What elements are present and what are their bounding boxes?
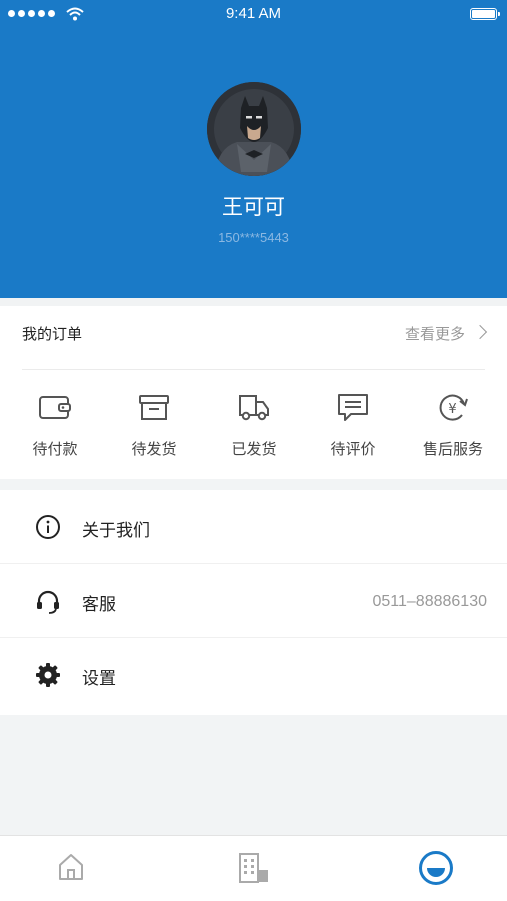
order-label: 已发货 [231, 440, 277, 458]
tab-bar [0, 835, 507, 901]
yuan-refresh-icon: ¥ [439, 394, 468, 421]
orders-title: 我的订单 [22, 325, 83, 343]
user-phone: 150****5443 [218, 230, 289, 245]
tab-home[interactable] [57, 852, 85, 886]
avatar[interactable] [207, 82, 301, 176]
profile-smile-icon [419, 851, 453, 885]
status-bar: 9:41 AM [0, 0, 507, 28]
building-icon [239, 853, 268, 883]
svg-text:¥: ¥ [448, 402, 456, 417]
menu-label: 客服 [82, 595, 116, 615]
settings-menu: 关于我们 客服 0511–88886130 设置 [0, 490, 507, 715]
service-phone-number[interactable]: 0511–88886130 [373, 593, 488, 611]
orders-header: 我的订单 查看更多 [22, 323, 488, 370]
order-after-sales[interactable]: ¥ 售后服务 [403, 392, 503, 459]
menu-settings[interactable]: 设置 [0, 637, 507, 711]
menu-about-us[interactable]: 关于我们 [0, 490, 507, 563]
view-more-link[interactable]: 查看更多 [404, 323, 488, 344]
info-icon [36, 515, 60, 539]
headset-icon [37, 590, 59, 614]
order-label: 待评价 [330, 440, 376, 458]
comment-icon [338, 394, 368, 421]
battery-icon [470, 8, 500, 20]
order-label: 售后服务 [422, 440, 483, 458]
order-shipped[interactable]: 已发货 [204, 392, 304, 459]
tab-company[interactable] [238, 852, 270, 888]
tab-profile[interactable] [418, 850, 454, 890]
order-pending-shipment[interactable]: 待发货 [104, 392, 204, 459]
batman-avatar-image [207, 82, 301, 176]
view-more-label: 查看更多 [404, 325, 465, 343]
status-time: 9:41 AM [225, 5, 282, 22]
order-pending-review[interactable]: 待评价 [303, 392, 403, 459]
user-name: 王可可 [222, 195, 285, 219]
menu-customer-service[interactable]: 客服 0511–88886130 [0, 563, 507, 637]
wallet-icon [39, 396, 71, 419]
my-orders-section: 我的订单 查看更多 待付款 待发货 已发货 待评价 ¥ 售后服务 [0, 298, 507, 479]
order-pending-payment[interactable]: 待付款 [5, 392, 105, 459]
box-icon [139, 395, 169, 420]
gear-icon [36, 663, 60, 687]
menu-label: 设置 [82, 669, 116, 689]
chevron-right-icon [472, 324, 488, 340]
home-icon [59, 854, 83, 880]
order-label: 待付款 [32, 440, 78, 458]
truck-icon [239, 395, 269, 421]
order-label: 待发货 [131, 440, 177, 458]
menu-label: 关于我们 [82, 521, 150, 541]
profile-header: 9:41 AM 王可可 150****5443 [0, 0, 507, 298]
